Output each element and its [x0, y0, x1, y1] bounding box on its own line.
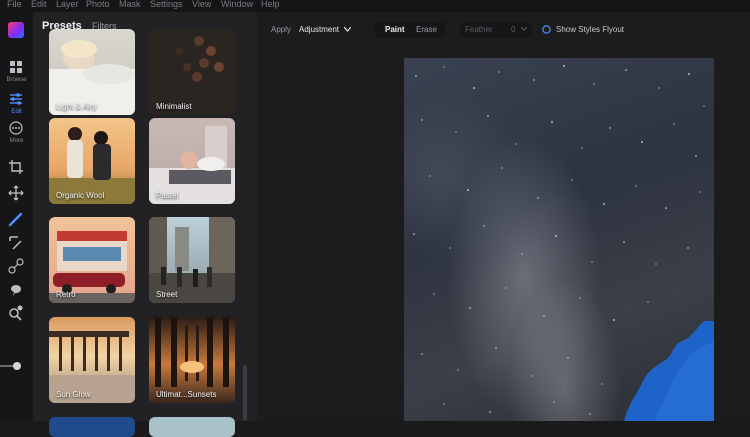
heal-icon[interactable]	[8, 281, 24, 297]
preset-label: Light & Airy	[56, 102, 97, 111]
menu-mask[interactable]: Mask	[119, 0, 141, 9]
preset-pastel[interactable]: Pastel	[149, 118, 235, 204]
size-slider-knob[interactable]	[13, 362, 21, 370]
sliders-icon	[10, 93, 22, 105]
brush-icon[interactable]	[8, 211, 24, 227]
edit-label: Edit	[11, 109, 22, 115]
grid-icon	[10, 61, 22, 73]
preset-label: Pastel	[156, 191, 179, 200]
menu-bar: File Edit Layer Photo Mask Settings View…	[0, 0, 750, 12]
show-styles-label[interactable]: Show Styles Flyout	[556, 25, 624, 34]
feather-label: Feather	[465, 25, 493, 34]
preset-label: Sun Glow	[56, 390, 91, 399]
preset-retro[interactable]: Retro	[49, 217, 135, 303]
preset-next-row-left[interactable]	[49, 417, 135, 437]
menu-layer[interactable]: Layer	[56, 0, 79, 9]
preset-street[interactable]: Street	[149, 217, 235, 303]
preset-label: Retro	[56, 290, 76, 299]
photo-canvas[interactable]	[404, 58, 714, 421]
preset-light-airy[interactable]: Light & Airy	[49, 29, 135, 115]
menu-photo[interactable]: Photo	[86, 0, 110, 9]
menu-window[interactable]: Window	[221, 0, 253, 9]
preset-label: Street	[156, 290, 178, 299]
chevron-down-icon[interactable]	[344, 27, 351, 32]
menu-settings[interactable]: Settings	[150, 0, 183, 9]
menu-edit[interactable]: Edit	[31, 0, 47, 9]
chevron-down-icon[interactable]	[521, 27, 527, 31]
blue-mask-overlay	[624, 321, 714, 421]
more-button[interactable]: More	[0, 119, 33, 147]
crop-icon[interactable]	[8, 159, 24, 175]
preset-label: Minimalist	[156, 102, 192, 111]
preset-ultimate-sunsets[interactable]: Ultimat...Sunsets	[149, 317, 235, 403]
preset-minimalist[interactable]: Minimalist	[149, 29, 235, 115]
move-icon[interactable]	[8, 185, 24, 201]
menu-file[interactable]: File	[7, 0, 22, 9]
menu-help[interactable]: Help	[261, 0, 280, 9]
canvas-area	[257, 48, 750, 421]
zoom-icon[interactable]	[8, 305, 24, 321]
browse-label: Browse	[6, 77, 27, 83]
preset-label: Ultimat...Sunsets	[156, 390, 217, 399]
preset-next-row-right[interactable]	[149, 417, 235, 437]
presets-panel: Presets Filters Light & Airy Minimalist	[33, 12, 257, 437]
preset-label: Organic Wool	[56, 191, 105, 200]
more-label: More	[9, 138, 24, 144]
edit-button[interactable]: Edit	[0, 90, 33, 118]
tool-rail: Browse Edit More	[0, 12, 33, 421]
paint-button[interactable]: Paint	[385, 25, 405, 34]
show-styles-checkbox[interactable]	[542, 25, 551, 34]
more-icon	[9, 121, 23, 135]
apply-dropdown[interactable]: Adjustment	[299, 25, 339, 34]
erase-button[interactable]: Erase	[416, 25, 437, 34]
apply-label: Apply	[271, 25, 292, 34]
browse-button[interactable]: Browse	[0, 58, 33, 86]
preset-sun-glow[interactable]: Sun Glow	[49, 317, 135, 403]
preset-organic-wool[interactable]: Organic Wool	[49, 118, 135, 204]
feather-value[interactable]: 0	[511, 25, 515, 34]
app-logo	[8, 22, 24, 38]
clone-icon[interactable]	[8, 258, 24, 274]
panel-scrollbar[interactable]	[243, 365, 247, 421]
gradient-brush-icon[interactable]	[8, 235, 24, 251]
menu-view[interactable]: View	[192, 0, 211, 9]
options-bar: Apply Adjustment Paint Erase Feather 0 S…	[257, 12, 750, 48]
